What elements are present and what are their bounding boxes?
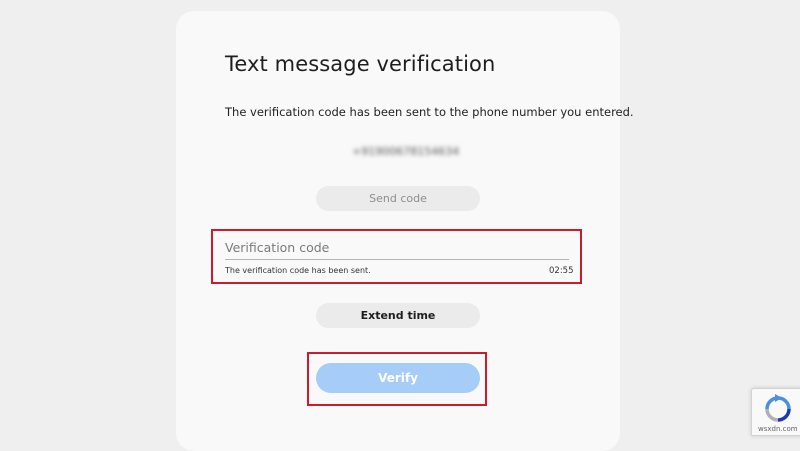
verification-code-input[interactable] bbox=[225, 235, 569, 260]
verify-button[interactable]: Verify bbox=[316, 363, 480, 393]
description-text: The verification code has been sent to t… bbox=[225, 105, 634, 119]
phone-number: +91900678154634 bbox=[352, 145, 460, 158]
extend-time-button[interactable]: Extend time bbox=[316, 303, 480, 328]
code-sent-message: The verification code has been sent. bbox=[225, 266, 371, 275]
send-code-button[interactable]: Send code bbox=[316, 186, 480, 211]
watermark-text: wsxdn.com bbox=[758, 425, 798, 433]
page-title: Text message verification bbox=[225, 52, 496, 76]
countdown-timer: 02:55 bbox=[549, 266, 574, 276]
